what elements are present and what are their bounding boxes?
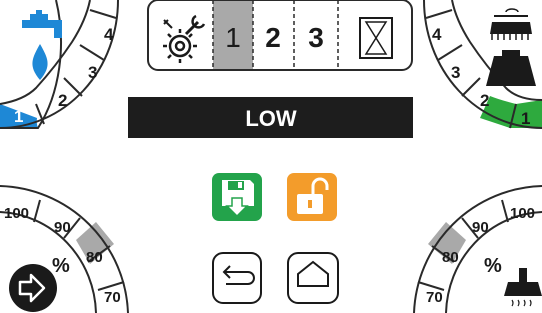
unlock-button[interactable]: [287, 173, 337, 221]
left-percent-label-90: 90: [54, 219, 71, 236]
home-button[interactable]: [287, 252, 339, 304]
right-percent-label-70: 70: [426, 289, 443, 306]
mode-label: LOW: [245, 106, 297, 131]
water-dial-label-4: 4: [104, 25, 114, 44]
water-tap-icon: [22, 10, 62, 80]
program-selector[interactable]: 1 2 3: [147, 0, 413, 71]
pressure-dial-label-3: 3: [451, 63, 460, 82]
left-percent-label-100: 100: [4, 205, 29, 222]
water-dial-label-2: 2: [58, 91, 67, 110]
mode-banner: LOW: [128, 97, 413, 138]
save-button[interactable]: [212, 173, 262, 221]
pressure-dial-label-2: 2: [480, 91, 489, 110]
panel-canvas: 1 2 3 4 1 2 3 4 1 2 3 LOW 100 90 80 70 %…: [0, 0, 542, 313]
water-dial[interactable]: 1 2 3 4: [0, 0, 119, 129]
right-percent-label-90: 90: [472, 219, 489, 236]
right-percent-unit: %: [484, 255, 502, 277]
left-percent-label-80: 80: [86, 249, 103, 266]
control-panel-screen: 1 2 3 4 1 2 3 4 1 2 3 LOW 100 90 80 70 %…: [0, 0, 542, 313]
program-1-tab[interactable]: 1: [225, 22, 241, 53]
right-percent-label-100: 100: [510, 205, 535, 222]
program-2-tab[interactable]: 2: [265, 22, 281, 53]
pressure-dial-label-1: 1: [521, 109, 530, 128]
left-percent-unit: %: [52, 255, 70, 277]
back-button[interactable]: [212, 252, 262, 304]
water-dial-label-1: 1: [14, 107, 23, 126]
water-dial-label-3: 3: [88, 63, 97, 82]
vacuum-suction-icon: [504, 268, 542, 307]
left-percent-label-70: 70: [104, 289, 121, 306]
pressure-dial-label-4: 4: [432, 25, 442, 44]
right-percent-dial[interactable]: 100 90 80 70 %: [413, 185, 542, 313]
program-3-tab[interactable]: 3: [308, 22, 324, 53]
next-button[interactable]: [9, 264, 57, 312]
right-percent-label-80: 80: [442, 249, 459, 266]
brush-weight-icon: [486, 8, 536, 86]
pressure-dial[interactable]: 1 2 3 4: [423, 0, 542, 129]
left-percent-dial[interactable]: 100 90 80 70 %: [0, 185, 129, 313]
